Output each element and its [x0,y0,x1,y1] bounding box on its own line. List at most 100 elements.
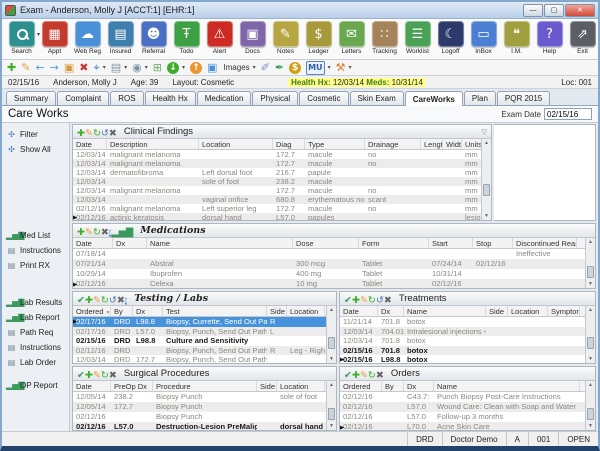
print-icon[interactable]: ▤ [111,61,121,74]
docs-button[interactable]: ▣ [239,21,266,47]
post-check-icon[interactable]: ✔ [344,370,352,381]
appt-button[interactable]: ▦ [41,21,68,47]
table-row[interactable]: 11/21/14 701.8 botox [340,317,585,327]
sidebar-item-instructions[interactable]: ▤ Instructions [6,340,69,355]
edit-pencil-icon[interactable]: ✎ [93,370,101,381]
column-header[interactable]: Name [404,306,486,316]
table-row[interactable]: 02/12/16 L57.0 Wound Care: Clean with Soap… [340,402,585,412]
column-header[interactable]: Type [305,139,365,149]
todo-button[interactable]: Ŧ [173,21,200,47]
column-header[interactable]: Symptoms [548,306,580,316]
column-header[interactable]: Procedure [153,381,257,391]
refresh-green-icon[interactable]: ↻ [368,295,376,306]
referral-button[interactable]: ☻ [140,21,167,47]
column-header[interactable]: Date [73,238,113,248]
column-header[interactable]: Ordered [340,381,382,391]
column-header[interactable]: PreOp Dx [111,381,153,391]
delete-icon[interactable]: ✖ [117,295,125,306]
sidebar-item-show-all[interactable]: ✣ Show All [6,142,69,157]
dropdown-caret-icon[interactable]: ▾ [182,64,185,71]
add-icon[interactable]: ✚ [352,370,360,381]
table-row[interactable]: 12/03/14 malignant melanoma 172.7 macule no m… [73,159,481,168]
window-layout-icon[interactable]: ▣ [64,61,74,74]
column-header[interactable]: Length [421,139,443,149]
sidebar-item-filter[interactable]: ✣ Filter [6,127,69,142]
column-header[interactable]: Test [163,306,267,316]
table-row[interactable]: 02/12/16 C43.7: Punch Biopsy Post-Care Ins… [340,392,585,402]
bar-chart-icon[interactable]: ▂▅▇ [111,227,133,238]
add-icon[interactable]: ✚ [77,227,85,238]
help-button[interactable]: ? [536,21,563,47]
exit-button[interactable]: ⇗ [569,21,596,47]
tab-skin-exam[interactable]: Skin Exam [349,91,404,105]
insured-button[interactable]: ▤ [107,21,134,47]
table-row[interactable]: 02/12/16 actinic keratosis dorsal hand L57.… [73,213,481,220]
i-m-button[interactable]: ❝ [503,21,530,47]
delete-icon[interactable]: ✖ [384,295,392,306]
scrollbar[interactable]: ▲ ▼ [585,306,595,363]
scrollbar[interactable]: ▲ ▼ [585,238,595,288]
table-row[interactable]: 02/12/16 DRD Biopsy, Punch, Send Out Path R… [73,345,326,355]
table-row[interactable]: 10/29/14 Ibuprofen 400 mg Tablet 10/31/14 [73,269,585,279]
column-header[interactable]: Width [443,139,462,149]
scrollbar[interactable]: ▲ ▼ [326,381,336,430]
dropdown-caret-icon[interactable]: ▾ [328,64,331,71]
column-header[interactable]: Dx [113,238,147,248]
table-row[interactable]: 12/03/14 DRD 172.7 Biopsy, Punch, Send Out … [73,355,326,363]
tab-careworks[interactable]: CareWorks [404,91,463,106]
scroll-up-icon[interactable]: ▲ [586,381,595,389]
table-row[interactable]: 02/12/16 L70.0 Acne Skin Care [340,422,585,430]
delete-icon[interactable]: ✖ [376,370,384,381]
inbox-button[interactable]: ▭ [470,21,497,47]
column-header[interactable]: Discontinued Reason [513,238,577,248]
filter-funnel-icon[interactable]: ▼ [106,310,110,316]
scroll-up-icon[interactable]: ▲ [327,381,336,389]
refresh-blue-icon[interactable]: ↺ [101,128,109,139]
scroll-down-icon[interactable]: ▼ [586,355,595,363]
ledger-button[interactable]: $ [305,21,332,47]
minimize-icon[interactable]: — [523,3,543,17]
column-header[interactable]: Diag [273,139,305,149]
tab-health-hx[interactable]: Health Hx [144,91,196,105]
column-header[interactable]: Name [147,238,293,248]
scroll-up-icon[interactable]: ▲ [482,139,491,147]
refresh-blue-icon[interactable]: ↺ [376,295,384,306]
scroll-down-icon[interactable]: ▼ [327,422,336,430]
scroll-up-icon[interactable]: ▲ [586,306,595,314]
scroll-up-icon[interactable]: ▲ [586,238,595,246]
column-header[interactable]: Description [107,139,199,149]
column-header[interactable]: Side [267,306,287,316]
tab-plan[interactable]: Plan [463,91,496,105]
edit-pencil-icon[interactable]: ✎ [93,295,101,306]
table-row[interactable]: 02/17/16 DRD L98.8 Biopsy, Currette, Send O… [73,317,326,327]
edit-pencil-icon[interactable]: ✎ [360,295,368,306]
table-row[interactable]: 07/21/14 Abstral 300 mcg Tablet 07/24/14 02/1… [73,259,585,269]
table-row[interactable]: 12/03/14 704.01 Intralesional injections < [340,326,585,336]
column-header[interactable]: Date [73,139,107,149]
column-header[interactable]: Side [486,306,508,316]
table-row[interactable]: 12/03/14 sole of foot 238.2 macule mm [73,177,481,186]
edit-pencil-icon[interactable]: ✎ [21,61,30,74]
column-header[interactable]: Location [287,306,325,316]
scrollbar[interactable]: ▲ ▼ [481,139,491,220]
refresh-green-icon[interactable]: ↻ [101,295,109,306]
sidebar-item-instructions[interactable]: ▤ Instructions [6,243,69,258]
logoff-button[interactable]: ☾ [437,21,464,47]
add-icon[interactable]: ✚ [77,128,85,139]
mu-icon[interactable]: MU [306,60,325,75]
table-row[interactable]: 02/15/16 DRD L98.8 Culture and Sensitivity [73,336,326,346]
table-row[interactable]: 02/12/16 Celexa 10 mg Tablet 02/12/16 [73,279,585,288]
scroll-thumb[interactable] [587,407,594,420]
column-header[interactable]: Ordered ▼ [73,306,111,316]
column-header[interactable]: Drainage [365,139,421,149]
column-header[interactable]: By [111,306,133,316]
column-header[interactable]: Location [508,306,548,316]
scroll-down-icon[interactable]: ▼ [482,212,491,220]
screen-add-icon[interactable]: ⊞ [153,61,162,74]
table-row[interactable]: 12/03/14 dermatofibroma Left dorsal foot 21… [73,168,481,177]
tab-complaint[interactable]: Complaint [57,91,110,105]
images-icon[interactable]: ▣ [207,61,217,74]
close-icon[interactable]: ✕ [565,3,595,17]
column-header[interactable]: Side [257,381,277,391]
refresh-green-icon[interactable]: ↻ [101,370,109,381]
